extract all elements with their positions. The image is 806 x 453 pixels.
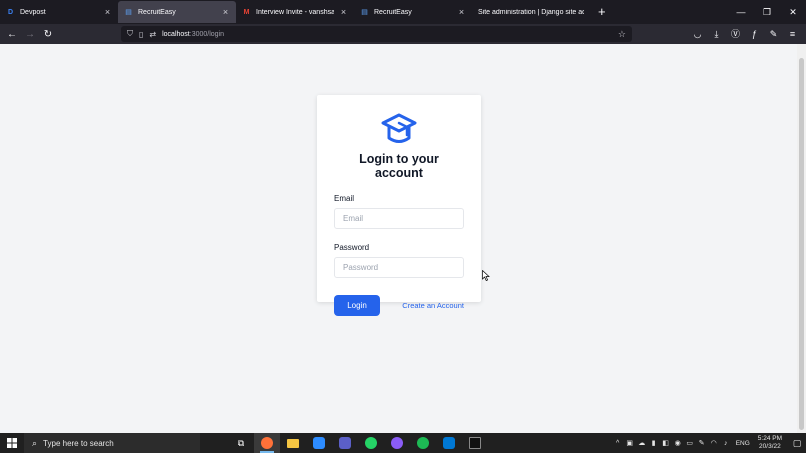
browser-nav-bar: ← → ↻ ⛉ ▯ ⇄ localhost:3000/login ☆ ◡ ⤓ Ⓥ… xyxy=(0,24,806,44)
vscode-icon[interactable] xyxy=(436,433,462,453)
tab-close-icon[interactable]: × xyxy=(221,7,230,17)
form-actions: Login Create an Account xyxy=(334,295,464,316)
tab-title: Interview Invite - vanshsachdev xyxy=(256,8,334,16)
restore-icon[interactable]: ❐ xyxy=(754,0,780,24)
taskbar-clock[interactable]: 5:24 PM 20/3/22 xyxy=(754,435,788,451)
back-arrow-icon[interactable]: ← xyxy=(3,24,21,44)
login-button[interactable]: Login xyxy=(334,295,380,316)
file-explorer-icon[interactable] xyxy=(280,433,306,453)
tab-title: Devpost xyxy=(20,8,46,16)
whatsapp-icon[interactable] xyxy=(358,433,384,453)
input-language[interactable]: ENG xyxy=(732,440,754,447)
tab-close-icon[interactable]: × xyxy=(103,7,112,17)
tab-recruiteasy[interactable]: ▤ RecruitEasy × xyxy=(354,1,472,23)
password-input[interactable] xyxy=(334,257,464,278)
page-scrollbar[interactable] xyxy=(797,44,806,433)
extension-fx-icon[interactable]: ƒ xyxy=(745,24,764,44)
window-controls: — ❐ ✕ xyxy=(728,0,806,24)
forward-arrow-icon[interactable]: → xyxy=(21,24,39,44)
url-bar[interactable]: ⛉ ▯ ⇄ localhost:3000/login ☆ xyxy=(121,26,632,42)
chevron-up-icon[interactable]: ^ xyxy=(612,440,624,447)
page-title: Login to your account xyxy=(359,152,439,180)
tab-recruiteasy-active[interactable]: ▤ RecruitEasy × xyxy=(118,1,236,23)
extension-v-icon[interactable]: Ⓥ xyxy=(726,24,745,44)
system-tray: ^ ▣ ☁ ▮ ◧ ◉ ▭ ✎ ◠ ♪ ENG 5:24 PM 20/3/22 … xyxy=(612,433,806,453)
tab-title: Site administration | Django site ad xyxy=(478,8,584,16)
create-account-link[interactable]: Create an Account xyxy=(402,301,464,310)
clock-date: 20/3/22 xyxy=(759,443,781,450)
tab-title: RecruitEasy xyxy=(374,8,412,16)
taskbar-pinned-apps: ⧉ xyxy=(228,433,488,453)
scrollbar-thumb[interactable] xyxy=(799,58,804,430)
clock-time: 5:24 PM xyxy=(757,435,782,442)
tab-devpost[interactable]: D Devpost × xyxy=(0,1,118,23)
page-info-icon[interactable]: ▯ xyxy=(139,30,143,39)
tab-close-icon[interactable]: × xyxy=(457,7,466,17)
graduation-cap-logo-icon xyxy=(381,113,417,143)
tray-app-icon[interactable]: ◧ xyxy=(660,439,672,447)
tab-interview-invite[interactable]: M Interview Invite - vanshsachdev × xyxy=(236,1,354,23)
window-close-icon[interactable]: ✕ xyxy=(780,0,806,24)
tray-app-icon[interactable]: ▣ xyxy=(624,439,636,447)
search-icon: ⌕ xyxy=(32,437,38,448)
reload-icon[interactable]: ↻ xyxy=(39,24,57,44)
screen-recorder-icon[interactable] xyxy=(384,433,410,453)
microphone-icon[interactable]: ▮ xyxy=(648,439,660,447)
volume-icon[interactable]: ♪ xyxy=(720,440,732,447)
wifi-icon[interactable]: ◠ xyxy=(708,439,720,447)
shield-icon[interactable]: ⛉ xyxy=(127,29,133,39)
tab-title: RecruitEasy xyxy=(138,8,176,16)
recruiteasy-favicon-icon: ▤ xyxy=(125,9,132,16)
recruiteasy-favicon-icon: ▤ xyxy=(361,9,368,16)
toolbar-right: ◡ ⤓ Ⓥ ƒ ✎ ≡ xyxy=(688,24,802,44)
login-card: Login to your account Email Password Log… xyxy=(317,95,481,316)
terminal-icon[interactable] xyxy=(462,433,488,453)
windows-start-icon[interactable] xyxy=(0,433,24,453)
extension-brush-icon[interactable]: ✎ xyxy=(764,24,783,44)
pen-icon[interactable]: ✎ xyxy=(696,439,708,447)
firefox-icon[interactable] xyxy=(254,433,280,453)
gmail-favicon-icon: M xyxy=(243,8,250,16)
taskbar-search-box[interactable]: ⌕ Type here to search xyxy=(24,433,200,453)
task-view-icon[interactable]: ⧉ xyxy=(228,433,254,453)
teams-icon[interactable] xyxy=(332,433,358,453)
password-label: Password xyxy=(334,243,370,252)
browser-tab-strip: D Devpost × ▤ RecruitEasy × M Interview … xyxy=(0,0,806,24)
email-label: Email xyxy=(334,194,355,203)
camera-icon[interactable]: ◉ xyxy=(672,439,684,447)
menu-hamburger-icon[interactable]: ≡ xyxy=(783,24,802,44)
notification-icon[interactable]: ▢ xyxy=(788,438,806,449)
permissions-icon[interactable]: ⇄ xyxy=(149,30,156,39)
pocket-icon[interactable]: ◡ xyxy=(688,24,707,44)
bookmark-star-icon[interactable]: ☆ xyxy=(618,29,626,40)
taskbar-search-placeholder: Type here to search xyxy=(43,438,114,448)
minimize-icon[interactable]: — xyxy=(728,0,754,24)
download-icon[interactable]: ⤓ xyxy=(707,24,726,44)
battery-icon[interactable]: ▭ xyxy=(684,439,696,447)
new-tab-button[interactable]: + xyxy=(590,0,614,24)
windows-taskbar: ⌕ Type here to search ⧉ ^ ▣ ☁ ▮ ◧ ◉ ▭ ✎ … xyxy=(0,433,806,453)
tab-django-admin[interactable]: Site administration | Django site ad xyxy=(472,1,590,23)
url-text[interactable]: localhost:3000/login xyxy=(162,31,224,38)
devpost-favicon-icon: D xyxy=(7,8,14,16)
spotify-icon[interactable] xyxy=(410,433,436,453)
onedrive-icon[interactable]: ☁ xyxy=(636,439,648,447)
mouse-pointer-icon xyxy=(482,270,490,281)
tab-close-icon[interactable]: × xyxy=(339,7,348,17)
email-input[interactable] xyxy=(334,208,464,229)
zoom-icon[interactable] xyxy=(306,433,332,453)
